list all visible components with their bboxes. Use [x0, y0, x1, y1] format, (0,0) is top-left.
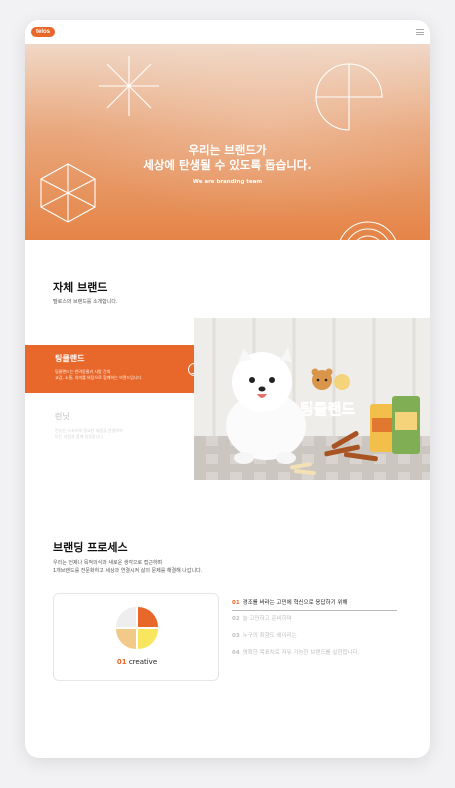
brand-description: 런닛은 스포츠에 필요한 제품을 연결하여 모든 지원과 함께 성장합니다.: [55, 428, 123, 439]
process-step[interactable]: 04 명확한 목표치로 자유 가능한 브랜드를 실현합니다.: [232, 645, 397, 662]
process-title: 브랜딩 프로세스: [53, 541, 128, 554]
brand-showcase: 팅클랜드 팅클랜드는 반려동물과 사람 간의 교감, 소통, 의미를 바탕으로 …: [25, 318, 430, 480]
page-card: telos 우리는 브랜드가 세상에 탄생될 수 있도록 돕습니다. We ar…: [25, 20, 430, 758]
quarter-circles-icon: [315, 63, 383, 131]
hero-subtitle: We are branding team: [192, 179, 263, 185]
brand-name: 런닛: [55, 412, 70, 421]
own-brand-title: 자체 브랜드: [53, 281, 108, 294]
process-card-label: 01 creative: [116, 658, 158, 666]
concentric-arcs-icon: [340, 221, 396, 240]
hero-title-line2: 세상에 탄생될 수 있도록 돕습니다.: [143, 158, 312, 172]
own-brand-description: 텔로스의 브랜드를 소개합니다.: [53, 299, 118, 305]
creative-shapes-icon: [116, 607, 158, 649]
process-step[interactable]: 03 누구의 취향도 헤아리는: [232, 628, 397, 645]
brand-name: 팅클랜드: [55, 354, 85, 363]
process-step[interactable]: 02 늘 고민하고 준비하며: [232, 611, 397, 628]
product-logo-text: 팅클랜드: [300, 400, 355, 418]
hero-banner: 우리는 브랜드가 세상에 탄생될 수 있도록 돕습니다. We are bran…: [25, 44, 430, 240]
process-description: 우리는 언제나 목적의식과 새로운 생각으로 접근하며 1개브랜드를 전문화하고…: [53, 560, 203, 574]
brand-description: 팅클랜드는 반려동물과 사람 간의 교감, 소통, 의미를 바탕으로 함께하는 …: [55, 369, 143, 380]
process-steps: 01 경조를 바라는 고민에 혁신으로 응답하기 위해 02 늘 고민하고 준비하며…: [232, 595, 397, 662]
brand-item-runnit[interactable]: 런닛 런닛은 스포츠에 필요한 제품을 연결하여 모든 지원과 함께 성장합니다…: [55, 411, 123, 440]
process-card: 01 creative: [53, 593, 219, 681]
brand-photo: 팅클랜드: [194, 318, 430, 480]
starburst-icon: [99, 56, 159, 116]
brand-item-tinkleland[interactable]: 팅클랜드 팅클랜드는 반려동물과 사람 간의 교감, 소통, 의미를 바탕으로 …: [25, 345, 215, 393]
telos-logo[interactable]: telos: [31, 27, 55, 37]
hamburger-icon[interactable]: [416, 29, 424, 35]
process-step[interactable]: 01 경조를 바라는 고민에 혁신으로 응답하기 위해: [232, 595, 397, 611]
top-bar: telos: [25, 20, 430, 44]
hero-title-line1: 우리는 브랜드가: [188, 143, 267, 157]
